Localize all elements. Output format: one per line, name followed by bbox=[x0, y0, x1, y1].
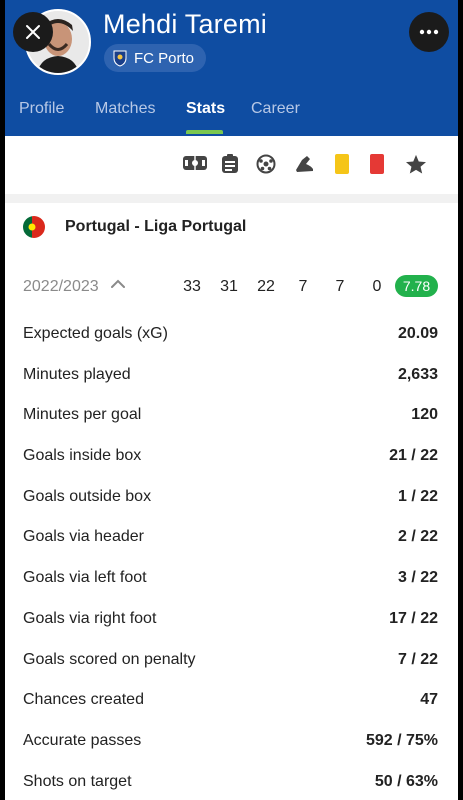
stat-row: Minutes per goal 120 bbox=[5, 396, 458, 437]
stat-row: Goals via header 2 / 22 bbox=[5, 518, 458, 559]
stat-value: 7 / 22 bbox=[397, 650, 438, 668]
stat-label: Expected goals (xG) bbox=[23, 325, 168, 342]
stat-label: Goals via header bbox=[23, 528, 144, 546]
stat-value: 3 / 22 bbox=[397, 569, 438, 587]
close-icon bbox=[26, 25, 40, 39]
stat-label: Minutes per goal bbox=[23, 406, 142, 424]
stat-label: Goals inside box bbox=[23, 447, 142, 465]
tab-profile[interactable]: Profile bbox=[19, 100, 64, 118]
tab-career[interactable]: Career bbox=[251, 100, 300, 118]
stat-row: Chances created 47 bbox=[5, 681, 458, 722]
club-chip[interactable]: FC Porto bbox=[104, 44, 207, 72]
stat-value: 50 / 63% bbox=[374, 772, 438, 790]
boot-icon[interactable] bbox=[293, 154, 315, 174]
club-name: FC Porto bbox=[134, 49, 195, 67]
stat-value: 1 / 22 bbox=[397, 487, 438, 505]
stat-label: Accurate passes bbox=[23, 731, 142, 749]
stat-value: 592 / 75% bbox=[365, 731, 438, 749]
star-icon[interactable] bbox=[405, 154, 427, 174]
player-name: Mehdi Taremi bbox=[103, 9, 267, 39]
close-button[interactable] bbox=[13, 12, 53, 52]
chevron-up-icon[interactable] bbox=[111, 279, 125, 289]
summary-value: 7 bbox=[298, 278, 308, 295]
match-card-icon[interactable] bbox=[221, 154, 239, 174]
portugal-flag-icon bbox=[23, 216, 45, 238]
player-header: Mehdi Taremi FC Porto Profile Matches St… bbox=[5, 0, 458, 136]
yellow-card-icon[interactable] bbox=[335, 154, 349, 174]
tab-matches[interactable]: Matches bbox=[95, 100, 155, 118]
stat-label: Goals outside box bbox=[23, 487, 152, 505]
stat-label: Goals via left foot bbox=[23, 569, 147, 587]
season-selector[interactable]: 2022/2023 bbox=[23, 278, 99, 296]
stat-label: Goals scored on penalty bbox=[23, 650, 196, 668]
tab-stats[interactable]: Stats bbox=[186, 100, 225, 118]
stat-value: 20.09 bbox=[397, 325, 438, 342]
stat-value: 2 / 22 bbox=[397, 528, 438, 546]
stat-value: 120 bbox=[411, 406, 438, 424]
stat-row: Goals via left foot 3 / 22 bbox=[5, 559, 458, 600]
summary-value: 0 bbox=[372, 278, 382, 295]
club-crest-icon bbox=[113, 50, 127, 67]
stat-row: Accurate passes 592 / 75% bbox=[5, 722, 458, 763]
more-options-button[interactable] bbox=[409, 12, 449, 52]
stat-label: Goals via right foot bbox=[23, 609, 157, 627]
stat-row: Goals scored on penalty 7 / 22 bbox=[5, 641, 458, 682]
app-frame: Mehdi Taremi FC Porto Profile Matches St… bbox=[5, 0, 458, 800]
ball-icon[interactable] bbox=[256, 154, 276, 174]
stat-value: 47 bbox=[420, 691, 438, 709]
league-name: Portugal - Liga Portugal bbox=[65, 218, 247, 235]
red-card-icon[interactable] bbox=[370, 154, 384, 174]
stat-value: 17 / 22 bbox=[389, 609, 438, 627]
stat-value: 2,633 bbox=[397, 365, 438, 383]
rating-badge: 7.78 bbox=[395, 275, 438, 297]
stat-row: Goals outside box 1 / 22 bbox=[5, 478, 458, 519]
stadium-icon[interactable] bbox=[182, 154, 208, 172]
stat-row: Goals via right foot 17 / 22 bbox=[5, 600, 458, 641]
summary-value: 31 bbox=[220, 278, 238, 295]
stat-label: Chances created bbox=[23, 691, 144, 709]
stat-value: 21 / 22 bbox=[389, 447, 438, 465]
active-tab-indicator bbox=[186, 130, 223, 134]
stat-row: Shots on target 50 / 63% bbox=[5, 763, 458, 800]
more-dots-icon bbox=[419, 29, 439, 35]
summary-value: 7 bbox=[335, 278, 345, 295]
summary-value: 33 bbox=[183, 278, 201, 295]
section-divider bbox=[5, 194, 458, 203]
league-header[interactable]: Portugal - Liga Portugal bbox=[5, 203, 458, 251]
stat-label: Minutes played bbox=[23, 365, 131, 383]
stat-row: Goals inside box 21 / 22 bbox=[5, 437, 458, 478]
summary-value: 22 bbox=[257, 278, 275, 295]
stat-row: Expected goals (xG) 20.09 bbox=[5, 315, 458, 356]
tab-bar: Profile Matches Stats Career bbox=[5, 96, 458, 136]
stat-label: Shots on target bbox=[23, 772, 132, 790]
stat-category-filters bbox=[5, 136, 458, 194]
stat-row: Minutes played 2,633 bbox=[5, 356, 458, 397]
stats-list: Expected goals (xG) 20.09 Minutes played 2… bbox=[5, 315, 458, 800]
season-summary-row: 2022/2023 33 31 22 7 7 0 7.78 bbox=[5, 268, 458, 304]
